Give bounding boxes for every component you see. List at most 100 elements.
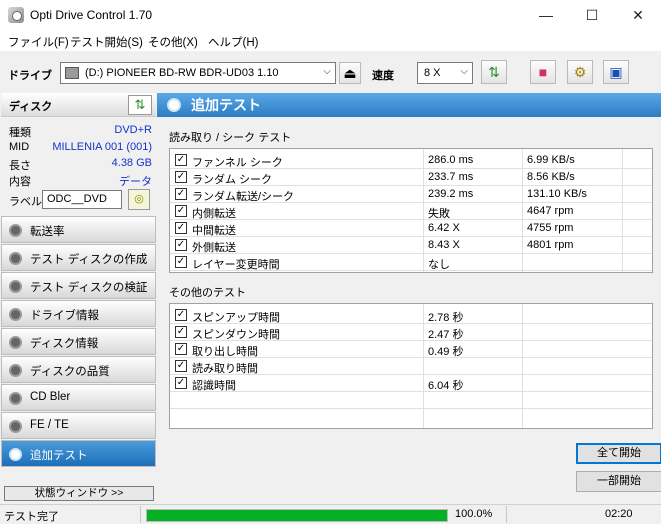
nav-disc-info[interactable]: ディスク情報 [1, 328, 156, 355]
progress-percent: 100.0% [455, 508, 493, 520]
table-row: ✓ ランダム転送/シーク 239.2 ms 131.10 KB/s [170, 186, 652, 203]
table-row: ✓ 取り出し時間 0.49 秒 [170, 341, 652, 358]
disc-icon [9, 308, 22, 321]
disc-type-label: 種類 [9, 127, 31, 139]
disc-label-button[interactable]: ◎ [128, 189, 150, 210]
disc-panel-title: ディスク [9, 101, 53, 113]
save-icon: ▣ [609, 64, 623, 80]
maximize-button[interactable]: ☐ [569, 0, 615, 31]
progress-fill [147, 510, 447, 521]
menu-bar: ファイル(F) テスト開始(S) その他(X) ヘルプ(H) [0, 31, 661, 51]
status-text: テスト完了 [4, 511, 59, 523]
disc-length-label: 長さ [9, 160, 31, 172]
test-value: 2.78 秒 [428, 312, 464, 324]
gear-icon: ⚙ [573, 64, 587, 80]
test-value: 286.0 ms [428, 154, 474, 166]
outer-transfer-checkbox[interactable]: ✓ [175, 239, 187, 251]
disc-length-value: 4.38 GB [111, 157, 152, 169]
start-partial-button[interactable]: 一部開始 [576, 471, 661, 492]
drive-icon [65, 67, 79, 79]
menu-help[interactable]: ヘルプ(H) [208, 34, 258, 50]
settings-button[interactable]: ⚙ [567, 60, 593, 84]
refresh-speed-button[interactable]: ⇅ [481, 60, 507, 84]
menu-start-test[interactable]: テスト開始(S) [70, 34, 143, 50]
test-extra: 4801 rpm [527, 239, 574, 251]
test-extra: 4647 rpm [527, 205, 574, 217]
elapsed-time: 02:20 [605, 508, 633, 520]
disc-icon: ◎ [134, 193, 144, 205]
read-seek-grid: ✓ ファンネル シーク 286.0 ms 6.99 KB/s ✓ ランダム シー… [169, 148, 653, 273]
read-seek-section-label: 読み取り / シーク テスト [169, 132, 292, 144]
nav-drive-info[interactable]: ドライブ情報 [1, 300, 156, 327]
speed-label: 速度 [372, 70, 394, 82]
recognition-time-checkbox[interactable]: ✓ [175, 377, 187, 389]
menu-file[interactable]: ファイル(F) [8, 34, 69, 50]
test-name: 取り出し時間 [192, 346, 258, 358]
test-value: 6.42 X [428, 222, 460, 234]
disc-icon [167, 98, 181, 112]
table-row: ✓ ファンネル シーク 286.0 ms 6.99 KB/s [170, 152, 652, 169]
test-name: 内側転送 [192, 208, 236, 220]
disc-content-label: 内容 [9, 176, 31, 188]
progress-bar [146, 509, 448, 522]
random-seek-checkbox[interactable]: ✓ [175, 171, 187, 183]
nav-additional-tests[interactable]: 追加テスト [1, 440, 156, 467]
read-time-checkbox[interactable]: ✓ [175, 360, 187, 372]
other-tests-grid: ✓ スピンアップ時間 2.78 秒 ✓ スピンダウン時間 2.47 秒 ✓ 取り… [169, 303, 653, 429]
drive-select[interactable]: (D:) PIONEER BD-RW BDR-UD03 1.10 ⌵ [60, 62, 336, 84]
inner-transfer-checkbox[interactable]: ✓ [175, 205, 187, 217]
window-title: Opti Drive Control 1.70 [30, 8, 153, 22]
test-value: 8.43 X [428, 239, 460, 251]
nav-cd-bler[interactable]: CD Bler [1, 384, 156, 411]
test-name: レイヤー変更時間 [192, 259, 280, 271]
funnel-seek-checkbox[interactable]: ✓ [175, 154, 187, 166]
table-row: ✓ ランダム シーク 233.7 ms 8.56 KB/s [170, 169, 652, 186]
menu-other[interactable]: その他(X) [148, 34, 198, 50]
disc-refresh-button[interactable]: ⇅ [128, 95, 152, 115]
nav-fe-te[interactable]: FE / TE [1, 412, 156, 439]
spin-down-checkbox[interactable]: ✓ [175, 326, 187, 338]
test-extra: 8.56 KB/s [527, 171, 575, 183]
nav-verify-test-disc[interactable]: テスト ディスクの検証 [1, 272, 156, 299]
test-value: 233.7 ms [428, 171, 474, 183]
nav-create-test-disc[interactable]: テスト ディスクの作成 [1, 244, 156, 271]
main-panel-header: 追加テスト [157, 93, 661, 117]
test-name: 中間転送 [192, 225, 236, 237]
eject-time-checkbox[interactable]: ✓ [175, 343, 187, 355]
test-extra: 4755 rpm [527, 222, 574, 234]
layer-change-checkbox[interactable]: ✓ [175, 256, 187, 268]
speed-select[interactable]: 8 X ⌵ [417, 62, 473, 84]
test-name: 認識時間 [192, 380, 236, 392]
middle-transfer-checkbox[interactable]: ✓ [175, 222, 187, 234]
table-row: ✓ 中間転送 6.42 X 4755 rpm [170, 220, 652, 237]
table-row: ✓ レイヤー変更時間 なし [170, 254, 652, 271]
disc-icon [9, 392, 22, 405]
test-extra: 6.99 KB/s [527, 154, 575, 166]
disc-panel-header: ディスク ⇅ [1, 93, 156, 117]
status-bar: テスト完了 100.0% 02:20 [0, 504, 661, 524]
other-tests-section-label: その他のテスト [169, 287, 246, 299]
eject-button[interactable]: ⏏ [339, 62, 361, 84]
random-transfer-seek-checkbox[interactable]: ✓ [175, 188, 187, 200]
nav-disc-quality[interactable]: ディスクの品質 [1, 356, 156, 383]
test-value: 0.49 秒 [428, 346, 464, 358]
spin-up-checkbox[interactable]: ✓ [175, 309, 187, 321]
save-button[interactable]: ▣ [603, 60, 629, 84]
close-button[interactable]: ✕ [615, 0, 661, 31]
disc-label-label: ラベル [9, 196, 42, 208]
minimize-button[interactable]: — [523, 0, 569, 31]
test-value: 239.2 ms [428, 188, 474, 200]
test-value: 2.47 秒 [428, 329, 464, 341]
speed-value: 8 X [424, 67, 441, 79]
table-row: ✓ 外側転送 8.43 X 4801 rpm [170, 237, 652, 254]
erase-button[interactable]: ■ [530, 60, 556, 84]
main-panel-title: 追加テスト [191, 97, 261, 113]
test-name: ランダム シーク [192, 174, 273, 186]
disc-label-field[interactable]: ODC__DVD [42, 190, 122, 209]
start-all-button[interactable]: 全て開始 [576, 443, 661, 464]
status-window-button[interactable]: 状態ウィンドウ >> [4, 486, 154, 501]
nav-transfer-rate[interactable]: 転送率 [1, 216, 156, 243]
refresh-icon: ⇅ [488, 64, 500, 80]
disc-mid-label: MID [9, 141, 30, 153]
table-row: ✓ 読み取り時間 [170, 358, 652, 375]
